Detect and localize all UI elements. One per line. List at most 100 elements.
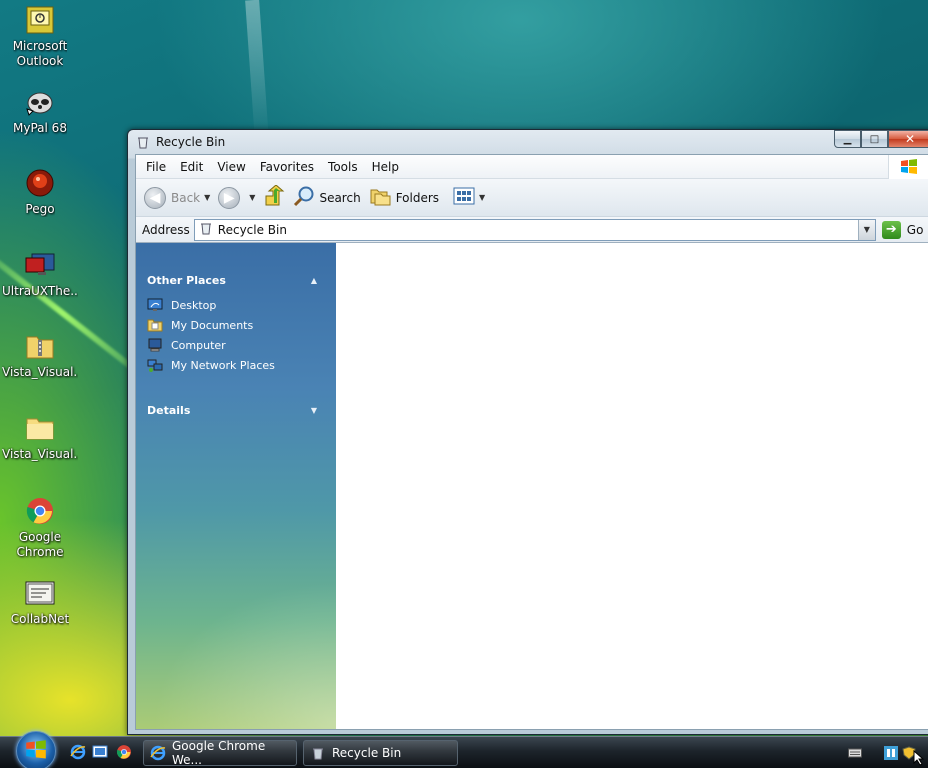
other-places-section: Other Places ▲ Desktop My Documents Comp… <box>147 271 317 375</box>
place-link-label: Desktop <box>171 298 217 312</box>
desktop-icon-label: MyPal 68 <box>13 121 67 135</box>
up-folder-button[interactable] <box>263 184 285 210</box>
taskbar-button-label: Google Chrome We... <box>172 739 266 767</box>
desktop-icon-label: Google <box>18 530 62 544</box>
recycle-bin-icon <box>136 135 150 149</box>
desktop-icon-vista-visual-zip[interactable]: Vista_Visual... <box>2 330 78 380</box>
outlook-icon <box>24 4 56 36</box>
desktop-icon-google-chrome[interactable]: Google Chrome <box>2 495 78 560</box>
recycle-bin-window[interactable]: Recycle Bin ▁ □ ✕ File Edit View Favorit… <box>127 129 928 735</box>
folder-icon <box>24 412 56 444</box>
wallpaper-light-beam <box>245 0 269 141</box>
network-places-icon <box>147 357 163 373</box>
desktop-icon-label: Vista_Visual... <box>2 365 78 379</box>
views-dropdown-icon[interactable]: ▼ <box>479 193 485 202</box>
menu-favorites[interactable]: Favorites <box>253 160 321 174</box>
chrome-icon <box>24 495 56 527</box>
caption-buttons: ▁ □ ✕ <box>834 130 928 148</box>
quicklaunch-chrome[interactable] <box>116 744 132 763</box>
go-arrow-icon: ➔ <box>881 220 901 239</box>
desktop-icon-microsoft-outlook[interactable]: Microsoft Outlook <box>2 4 78 69</box>
toolbar: ◀ Back ▼ ▶ ▼ Search Folders ▼ <box>136 179 928 217</box>
menu-tools[interactable]: Tools <box>321 160 365 174</box>
folders-icon <box>369 186 391 209</box>
details-header[interactable]: Details ▼ <box>147 401 317 419</box>
pego-icon <box>24 167 56 199</box>
place-link-my-documents[interactable]: My Documents <box>147 315 317 335</box>
menu-edit[interactable]: Edit <box>173 160 210 174</box>
views-button[interactable]: ▼ <box>453 187 485 208</box>
folders-button[interactable]: Folders <box>369 186 439 209</box>
address-field[interactable]: Recycle Bin ▼ <box>193 218 876 241</box>
address-dropdown-button[interactable]: ▼ <box>857 219 875 240</box>
mouse-cursor-icon <box>912 750 926 766</box>
maximize-icon: □ <box>869 133 880 145</box>
desktop-icon-vista-visual-folder[interactable]: Vista_Visual... <box>2 412 78 462</box>
address-bar: Address Recycle Bin ▼ ➔ Go <box>136 217 928 243</box>
desktop-icon-pego[interactable]: Pego <box>2 167 78 217</box>
place-link-my-network-places[interactable]: My Network Places <box>147 355 317 375</box>
views-icon <box>453 187 475 208</box>
close-button[interactable]: ✕ <box>888 130 928 148</box>
mypal-raccoon-icon <box>24 86 56 118</box>
forward-button[interactable]: ▶ ▼ <box>218 186 255 209</box>
address-value: Recycle Bin <box>217 222 287 237</box>
desktop-icon-ultrauxtheme[interactable]: UltraUXThe... <box>2 249 78 299</box>
monitor-patch-icon <box>24 249 56 281</box>
internet-explorer-icon <box>150 745 166 761</box>
task-pane: Other Places ▲ Desktop My Documents Comp… <box>136 243 336 729</box>
computer-icon <box>147 337 163 353</box>
start-button[interactable] <box>16 731 56 768</box>
forward-arrow-icon: ▶ <box>218 186 241 209</box>
keyboard-language-icon[interactable] <box>848 746 862 760</box>
desktop-icon-mypal[interactable]: MyPal 68 <box>2 86 78 136</box>
desktop-icon-label: Microsoft <box>12 39 68 53</box>
other-places-title: Other Places <box>147 273 226 287</box>
windows-logo-icon <box>888 155 928 179</box>
menu-bar: File Edit View Favorites Tools Help <box>136 155 928 179</box>
place-link-label: My Documents <box>171 318 254 332</box>
menu-view[interactable]: View <box>210 160 252 174</box>
place-link-computer[interactable]: Computer <box>147 335 317 355</box>
place-link-label: Computer <box>171 338 226 352</box>
title-bar[interactable]: Recycle Bin <box>128 130 928 154</box>
recycle-bin-icon <box>310 745 326 761</box>
taskbar-button-recycle-bin[interactable]: Recycle Bin <box>303 740 458 766</box>
place-link-label: My Network Places <box>171 358 275 372</box>
back-button[interactable]: ◀ Back ▼ <box>144 186 210 209</box>
maximize-button[interactable]: □ <box>861 130 888 148</box>
desktop-icon-label: Pego <box>25 202 55 216</box>
go-button[interactable]: ➔ Go <box>881 220 924 239</box>
back-arrow-icon: ◀ <box>144 186 166 209</box>
quicklaunch-show-desktop[interactable] <box>92 745 108 761</box>
menu-file[interactable]: File <box>136 160 173 174</box>
place-link-desktop[interactable]: Desktop <box>147 295 317 315</box>
collabnet-certificate-icon <box>24 577 56 609</box>
file-list-area[interactable] <box>336 243 928 729</box>
internet-explorer-icon <box>70 744 86 763</box>
window-title: Recycle Bin <box>156 135 226 149</box>
other-places-header[interactable]: Other Places ▲ <box>147 271 317 289</box>
up-arrow-icon <box>263 184 285 210</box>
search-label: Search <box>319 190 361 205</box>
window-client-area: File Edit View Favorites Tools Help ◀ Ba… <box>135 154 928 730</box>
details-section: Details ▼ <box>147 401 317 419</box>
back-history-dropdown-icon[interactable]: ▼ <box>204 193 210 202</box>
recycle-bin-small-icon <box>199 221 213 238</box>
desktop-icon-collabnet[interactable]: CollabNet <box>2 577 78 627</box>
windows-flag-icon <box>25 739 47 763</box>
menu-help[interactable]: Help <box>365 160 406 174</box>
minimize-icon: ▁ <box>843 133 852 145</box>
tray-app-icon[interactable] <box>884 746 898 760</box>
search-button[interactable]: Search <box>293 185 361 210</box>
documents-folder-icon <box>147 317 163 333</box>
quicklaunch-internet-explorer[interactable] <box>70 744 86 763</box>
expand-down-icon: ▼ <box>310 405 317 415</box>
taskbar-button-chrome[interactable]: Google Chrome We... <box>143 739 297 767</box>
search-icon <box>293 185 315 210</box>
go-label: Go <box>906 222 924 237</box>
minimize-button[interactable]: ▁ <box>834 130 861 148</box>
collapse-up-icon: ▲ <box>310 275 317 285</box>
chrome-small-icon <box>116 744 132 763</box>
forward-history-dropdown-icon[interactable]: ▼ <box>249 193 255 202</box>
